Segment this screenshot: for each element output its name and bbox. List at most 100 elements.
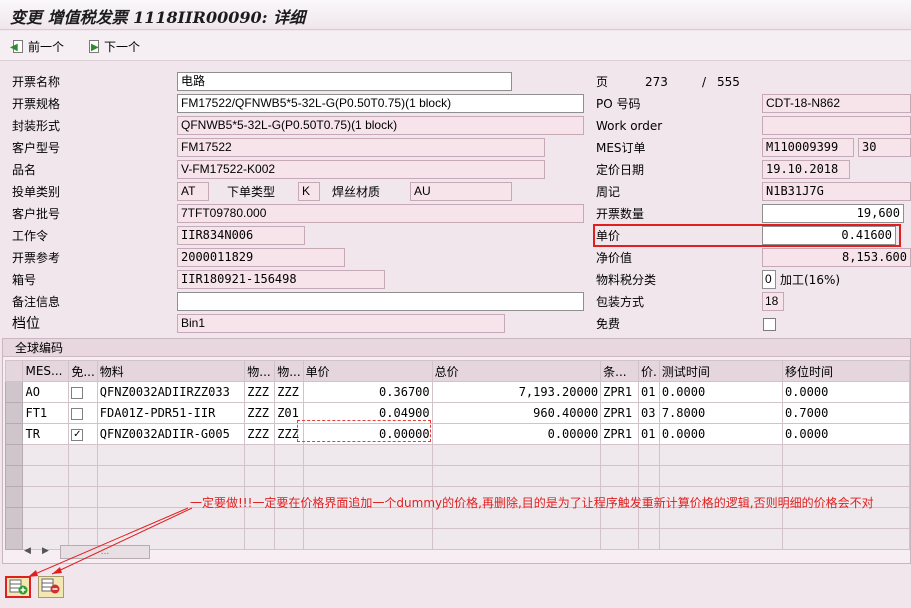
tax-class-desc: 加工(16%): [780, 273, 841, 287]
row-selector[interactable]: [4, 528, 24, 550]
focused-cell-outline: [297, 420, 431, 442]
col-header-condition[interactable]: 条...: [600, 360, 639, 382]
cell-condition[interactable]: ZPR1: [600, 402, 639, 424]
cell-m1[interactable]: ZZZ: [244, 402, 276, 424]
cell-total-price[interactable]: 0.00000: [431, 423, 602, 445]
window-title: 变更 增值税发票 1118IIR00090: 详细: [10, 8, 306, 27]
cell-total-price[interactable]: 7,193.20000: [431, 381, 602, 403]
cell-shift-time[interactable]: 0.7000: [781, 402, 911, 424]
scroll-thumb[interactable]: ...: [60, 545, 150, 559]
col-header-total-price[interactable]: 总价: [431, 360, 602, 382]
col-header-test-time[interactable]: 测试时间: [658, 360, 783, 382]
row-selector[interactable]: [4, 465, 24, 487]
net-value-label: 净价值: [596, 251, 633, 265]
next-button[interactable]: ▶ 下一个: [86, 37, 140, 55]
cell-condition[interactable]: ZPR1: [600, 381, 639, 403]
cell-price-unit[interactable]: 01: [638, 423, 660, 445]
customer-model-label: 客户型号: [12, 141, 61, 155]
free-item-checkbox-checked[interactable]: ✓: [71, 428, 84, 441]
packing-label: 包装方式: [596, 295, 645, 309]
cell-shift-time[interactable]: 0.0000: [781, 423, 911, 445]
col-header-mes[interactable]: MES...: [22, 360, 70, 382]
table-row: TR ✓ QFNZ0032ADIIR-G005 ZZZ ZZZ 0.00000 …: [4, 423, 911, 445]
row-selector[interactable]: [4, 381, 24, 403]
cell-material[interactable]: QFNZ0032ADIIRZZ033: [96, 381, 246, 403]
invoice-name-field[interactable]: 电路: [177, 72, 512, 91]
scroll-right-icon[interactable]: ▶: [42, 546, 49, 556]
cell-m1[interactable]: ZZZ: [244, 381, 276, 403]
insert-row-button[interactable]: [5, 576, 31, 598]
unit-price-field[interactable]: 0.41600: [762, 226, 896, 245]
invoice-qty-field[interactable]: 19,600: [762, 204, 904, 223]
row-selector[interactable]: [4, 423, 24, 445]
product-name-label: 品名: [12, 163, 37, 177]
delete-row-button[interactable]: [38, 576, 64, 598]
cell-test-time[interactable]: 0.0000: [658, 381, 783, 403]
cell-m2[interactable]: ZZZ: [274, 381, 304, 403]
cell-free[interactable]: ✓: [68, 423, 98, 445]
cell-unit-price[interactable]: 0.36700: [302, 381, 433, 403]
po-no-label: PO 号码: [596, 97, 641, 111]
page-separator: /: [702, 75, 707, 89]
free-item-checkbox[interactable]: [71, 407, 84, 420]
horizontal-scrollbar[interactable]: ◀ ▶ ...: [24, 544, 154, 560]
cell-shift-time[interactable]: 0.0000: [781, 381, 911, 403]
previous-button[interactable]: ◀ 前一个: [10, 37, 64, 55]
col-header-material[interactable]: 物料: [96, 360, 246, 382]
cell-price-unit[interactable]: 01: [638, 381, 660, 403]
col-header-shift-time[interactable]: 移位时间: [781, 360, 911, 382]
row-selector[interactable]: [4, 507, 24, 529]
row-selector[interactable]: [4, 486, 24, 508]
cell-price-unit[interactable]: 03: [638, 402, 660, 424]
mes-order-field: M110009399: [762, 138, 854, 157]
row-selector[interactable]: [4, 444, 24, 466]
col-header-unit-price[interactable]: 单价: [302, 360, 433, 382]
col-header-material-1[interactable]: 物...: [244, 360, 276, 382]
scroll-left-icon[interactable]: ◀: [24, 546, 31, 556]
invoice-name-label: 开票名称: [12, 75, 61, 89]
cell-mes[interactable]: AO: [22, 381, 70, 403]
row-selector-header[interactable]: [4, 360, 24, 382]
cell-test-time[interactable]: 0.0000: [658, 423, 783, 445]
box-no-field: IIR180921-156498: [177, 270, 385, 289]
invoice-spec-field[interactable]: FM17522/QFNWB5*5-32L-G(P0.50T0.75)(1 blo…: [177, 94, 584, 113]
cell-m1[interactable]: ZZZ: [244, 423, 276, 445]
price-date-label: 定价日期: [596, 163, 645, 177]
cell-free[interactable]: [68, 381, 98, 403]
unit-price-label: 单价: [596, 229, 621, 243]
invoice-qty-label: 开票数量: [596, 207, 645, 221]
cell-condition[interactable]: ZPR1: [600, 423, 639, 445]
toolbar: ◀ 前一个 ▶ 下一个: [0, 31, 911, 61]
col-header-material-2[interactable]: 物...: [274, 360, 304, 382]
col-header-price-unit[interactable]: 价.: [638, 360, 660, 382]
red-annotation: 一定要做!!!一定要在价格界面追加一个dummy的价格,再删除,目的是为了让程序…: [190, 496, 874, 510]
remarks-label: 备注信息: [12, 295, 61, 309]
table-row: AO QFNZ0032ADIIRZZ033 ZZZ ZZZ 0.36700 7,…: [4, 381, 911, 403]
price-date-field: 19.10.2018: [762, 160, 850, 179]
box-no-label: 箱号: [12, 273, 37, 287]
cell-material[interactable]: QFNZ0032ADIIR-G005: [96, 423, 246, 445]
table-row: FT1 FDA01Z-PDR51-IIR ZZZ Z01 0.04900 960…: [4, 402, 911, 424]
net-value-field: 8,153.600: [762, 248, 911, 267]
empty-row: [4, 444, 911, 466]
tax-class-field[interactable]: 0: [762, 270, 776, 289]
wire-material-label: 焊丝材质: [332, 185, 381, 199]
free-checkbox[interactable]: [763, 318, 776, 331]
section-title: 全球编码: [3, 339, 910, 357]
free-item-checkbox[interactable]: [71, 386, 84, 399]
next-page-icon: ▶: [89, 39, 99, 53]
customer-batch-field: 7TFT09780.000: [177, 204, 584, 223]
work-order-right-field: [762, 116, 911, 135]
cell-test-time[interactable]: 7.8000: [658, 402, 783, 424]
cell-material[interactable]: FDA01Z-PDR51-IIR: [96, 402, 246, 424]
col-header-free[interactable]: 免...: [68, 360, 98, 382]
mes-order-item-field: 30: [858, 138, 911, 157]
cell-mes[interactable]: TR: [22, 423, 70, 445]
cell-total-price[interactable]: 960.40000: [431, 402, 602, 424]
cell-free[interactable]: [68, 402, 98, 424]
remarks-field[interactable]: [177, 292, 584, 311]
page-current: 273: [645, 75, 668, 89]
row-selector[interactable]: [4, 402, 24, 424]
cell-mes[interactable]: FT1: [22, 402, 70, 424]
insert-row-icon: [9, 579, 28, 595]
